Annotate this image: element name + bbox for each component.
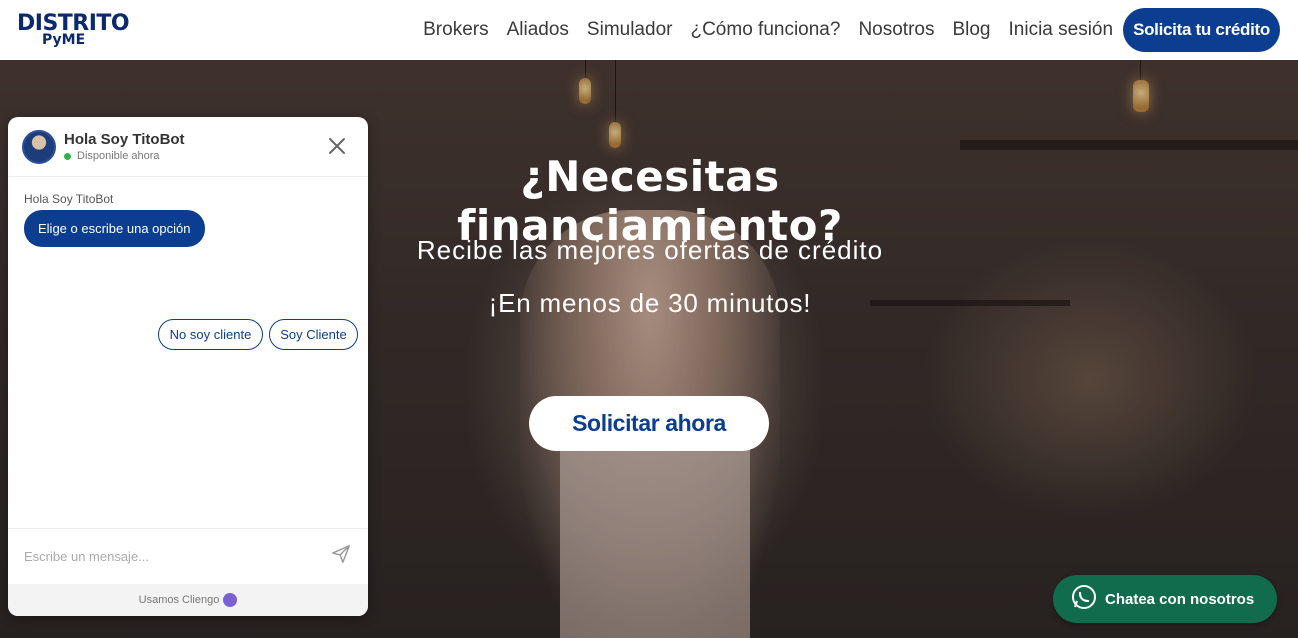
nav-aliados[interactable]: Aliados	[507, 19, 569, 41]
option-soy-cliente[interactable]: Soy Cliente	[269, 319, 358, 350]
chat-footer: Usamos Cliengo	[8, 584, 368, 616]
nav-inicia-sesion[interactable]: Inicia sesión	[1009, 19, 1114, 41]
message-input[interactable]	[24, 549, 330, 564]
whatsapp-icon	[1071, 584, 1105, 614]
solicita-credito-button[interactable]: Solicita tu crédito	[1123, 8, 1280, 52]
logo-bottom-text: PyME	[42, 32, 86, 48]
bot-message-bubble: Elige o escribe una opción	[24, 210, 205, 247]
nav-nosotros[interactable]: Nosotros	[858, 19, 934, 41]
hero-subtitle: Recibe las mejores ofertas de crédito	[416, 235, 884, 265]
nav-brokers[interactable]: Brokers	[423, 19, 488, 41]
chat-messages: Hola Soy TitoBot Elige o escribe una opc…	[8, 177, 368, 528]
bot-name: Hola Soy TitoBot	[64, 131, 185, 148]
chat-header: Hola Soy TitoBot Disponible ahora	[8, 117, 368, 177]
bot-status: Disponible ahora	[64, 150, 185, 162]
nav-blog[interactable]: Blog	[952, 19, 990, 41]
cliengo-credit[interactable]: Usamos Cliengo	[139, 594, 220, 606]
online-dot-icon	[64, 152, 71, 160]
hero-subtitle-time: ¡En menos de 30 minutos!	[488, 288, 812, 318]
whatsapp-chat-button[interactable]: Chatea con nosotros	[1053, 575, 1277, 623]
send-icon[interactable]	[330, 543, 352, 570]
distrito-pyme-logo[interactable]: DISTRITO PyME	[17, 13, 130, 48]
option-no-soy-cliente[interactable]: No soy cliente	[158, 319, 263, 350]
bot-status-text: Disponible ahora	[77, 150, 160, 162]
main-nav: Brokers Aliados Simulador ¿Cómo funciona…	[405, 8, 1280, 52]
message-sender: Hola Soy TitoBot	[24, 192, 114, 206]
chat-widget: Hola Soy TitoBot Disponible ahora Hola S…	[8, 117, 368, 616]
whatsapp-label: Chatea con nosotros	[1105, 590, 1255, 608]
cliengo-logo-icon	[223, 593, 238, 607]
chat-input-bar	[8, 528, 368, 584]
close-icon[interactable]	[328, 135, 346, 161]
site-header: DISTRITO PyME Brokers Aliados Simulador …	[0, 0, 1298, 60]
nav-simulador[interactable]: Simulador	[587, 19, 673, 41]
nav-como-funciona[interactable]: ¿Cómo funciona?	[690, 19, 840, 41]
solicitar-ahora-button[interactable]: Solicitar ahora	[529, 396, 769, 451]
bot-avatar	[22, 129, 56, 164]
